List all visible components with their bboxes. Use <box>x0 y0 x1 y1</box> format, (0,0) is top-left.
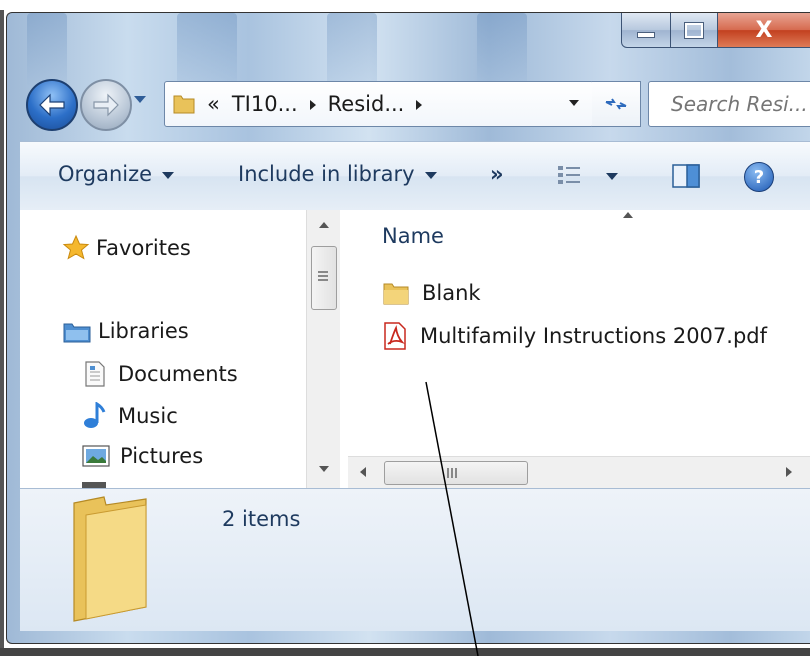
scroll-right-icon[interactable] <box>786 467 792 477</box>
file-item[interactable]: Multifamily Instructions 2007.pdf <box>382 322 767 350</box>
window-controls: X <box>621 13 810 53</box>
forward-arrow-icon <box>93 93 119 117</box>
pdf-icon <box>384 322 406 350</box>
nav-item-label: Documents <box>118 362 238 386</box>
breadcrumb-overflow[interactable]: « <box>207 92 220 116</box>
nav-item-label: Libraries <box>98 319 189 343</box>
chevron-down-icon <box>162 172 175 179</box>
close-icon: X <box>755 17 773 43</box>
scroll-down-icon[interactable] <box>319 466 329 472</box>
preview-pane-button[interactable] <box>672 164 700 188</box>
sort-ascending-icon <box>623 212 633 218</box>
folder-icon <box>173 95 195 114</box>
column-header-name[interactable]: Name <box>382 224 444 248</box>
folder-icon <box>383 283 409 305</box>
navigation-pane: Favorites Libraries Documents Music Pict… <box>20 210 306 488</box>
breadcrumb-separator-icon[interactable] <box>309 95 316 114</box>
organize-button[interactable]: Organize <box>58 162 175 186</box>
file-list-horizontal-scrollbar[interactable] <box>348 456 810 489</box>
view-options-dropdown[interactable] <box>606 170 618 180</box>
more-commands-label: » <box>490 162 504 186</box>
star-icon <box>62 234 90 260</box>
nav-item-documents[interactable]: Documents <box>82 360 238 388</box>
file-item[interactable]: Blank <box>382 280 481 306</box>
file-name: Multifamily Instructions 2007.pdf <box>420 324 768 348</box>
search-box[interactable] <box>648 81 810 127</box>
help-button[interactable]: ? <box>744 162 774 192</box>
back-button[interactable] <box>26 79 78 131</box>
documents-icon <box>85 361 105 387</box>
content-area: Favorites Libraries Documents Music Pict… <box>20 210 810 489</box>
outer-frame-bottom <box>0 648 810 656</box>
breadcrumb-separator-icon[interactable] <box>416 95 423 114</box>
nav-item-pictures[interactable]: Pictures <box>82 444 203 468</box>
search-input[interactable] <box>669 91 810 117</box>
outer-frame-left <box>0 10 4 656</box>
view-list-icon <box>558 166 580 184</box>
refresh-button[interactable] <box>592 81 641 127</box>
include-in-library-label: Include in library <box>238 162 415 186</box>
pictures-icon <box>82 445 110 467</box>
nav-item-music[interactable]: Music <box>82 402 178 430</box>
nav-item-favorites[interactable]: Favorites <box>62 234 191 262</box>
scroll-left-icon[interactable] <box>360 467 366 477</box>
forward-button[interactable] <box>80 79 132 131</box>
more-commands-button[interactable]: » <box>490 162 504 186</box>
item-count: 2 items <box>222 507 301 531</box>
maximize-button[interactable] <box>671 13 718 48</box>
recent-pages-dropdown[interactable] <box>134 96 146 103</box>
navigation-pane-scrollbar[interactable] <box>306 210 342 488</box>
file-list: Name Blank Multifamily Instructions 2007… <box>348 210 810 489</box>
change-view-button[interactable] <box>556 164 582 186</box>
close-button[interactable]: X <box>718 13 810 48</box>
command-toolbar: Organize Include in library » ? <box>20 141 810 211</box>
scroll-up-icon[interactable] <box>319 222 329 228</box>
pane-splitter[interactable] <box>340 210 348 488</box>
chevron-down-icon <box>424 172 437 179</box>
minimize-icon <box>637 32 655 38</box>
scrollbar-thumb[interactable] <box>384 461 528 485</box>
folder-icon <box>73 496 147 622</box>
chevron-down-icon <box>606 173 618 180</box>
preview-pane-icon <box>672 164 700 188</box>
grip-icon <box>447 468 449 478</box>
maximize-icon <box>684 21 704 39</box>
details-pane: 2 items <box>20 488 810 631</box>
scrollbar-thumb[interactable] <box>311 246 337 310</box>
help-icon: ? <box>744 162 774 192</box>
address-dropdown-icon[interactable] <box>569 100 579 106</box>
nav-item-label: Pictures <box>120 444 204 468</box>
nav-item-label: Music <box>118 404 178 428</box>
refresh-icon <box>605 98 627 110</box>
nav-item-label: Favorites <box>96 236 191 260</box>
navigation-bar: « TI10... Resid... <box>26 74 810 132</box>
screenshot: X « TI10... Resid... Search Resi... Orga… <box>0 0 810 656</box>
breadcrumb-item[interactable]: TI10... <box>232 92 298 116</box>
organize-label: Organize <box>58 162 153 186</box>
nav-item-libraries[interactable]: Libraries <box>62 318 189 344</box>
include-in-library-button[interactable]: Include in library <box>238 162 437 186</box>
grip-icon <box>318 271 328 273</box>
back-arrow-icon <box>39 93 65 117</box>
minimize-button[interactable] <box>621 13 671 48</box>
address-bar[interactable]: « TI10... Resid... <box>164 81 594 127</box>
music-icon <box>84 402 106 428</box>
libraries-icon <box>63 323 91 343</box>
file-name: Blank <box>422 281 481 305</box>
breadcrumb-item[interactable]: Resid... <box>328 92 405 116</box>
